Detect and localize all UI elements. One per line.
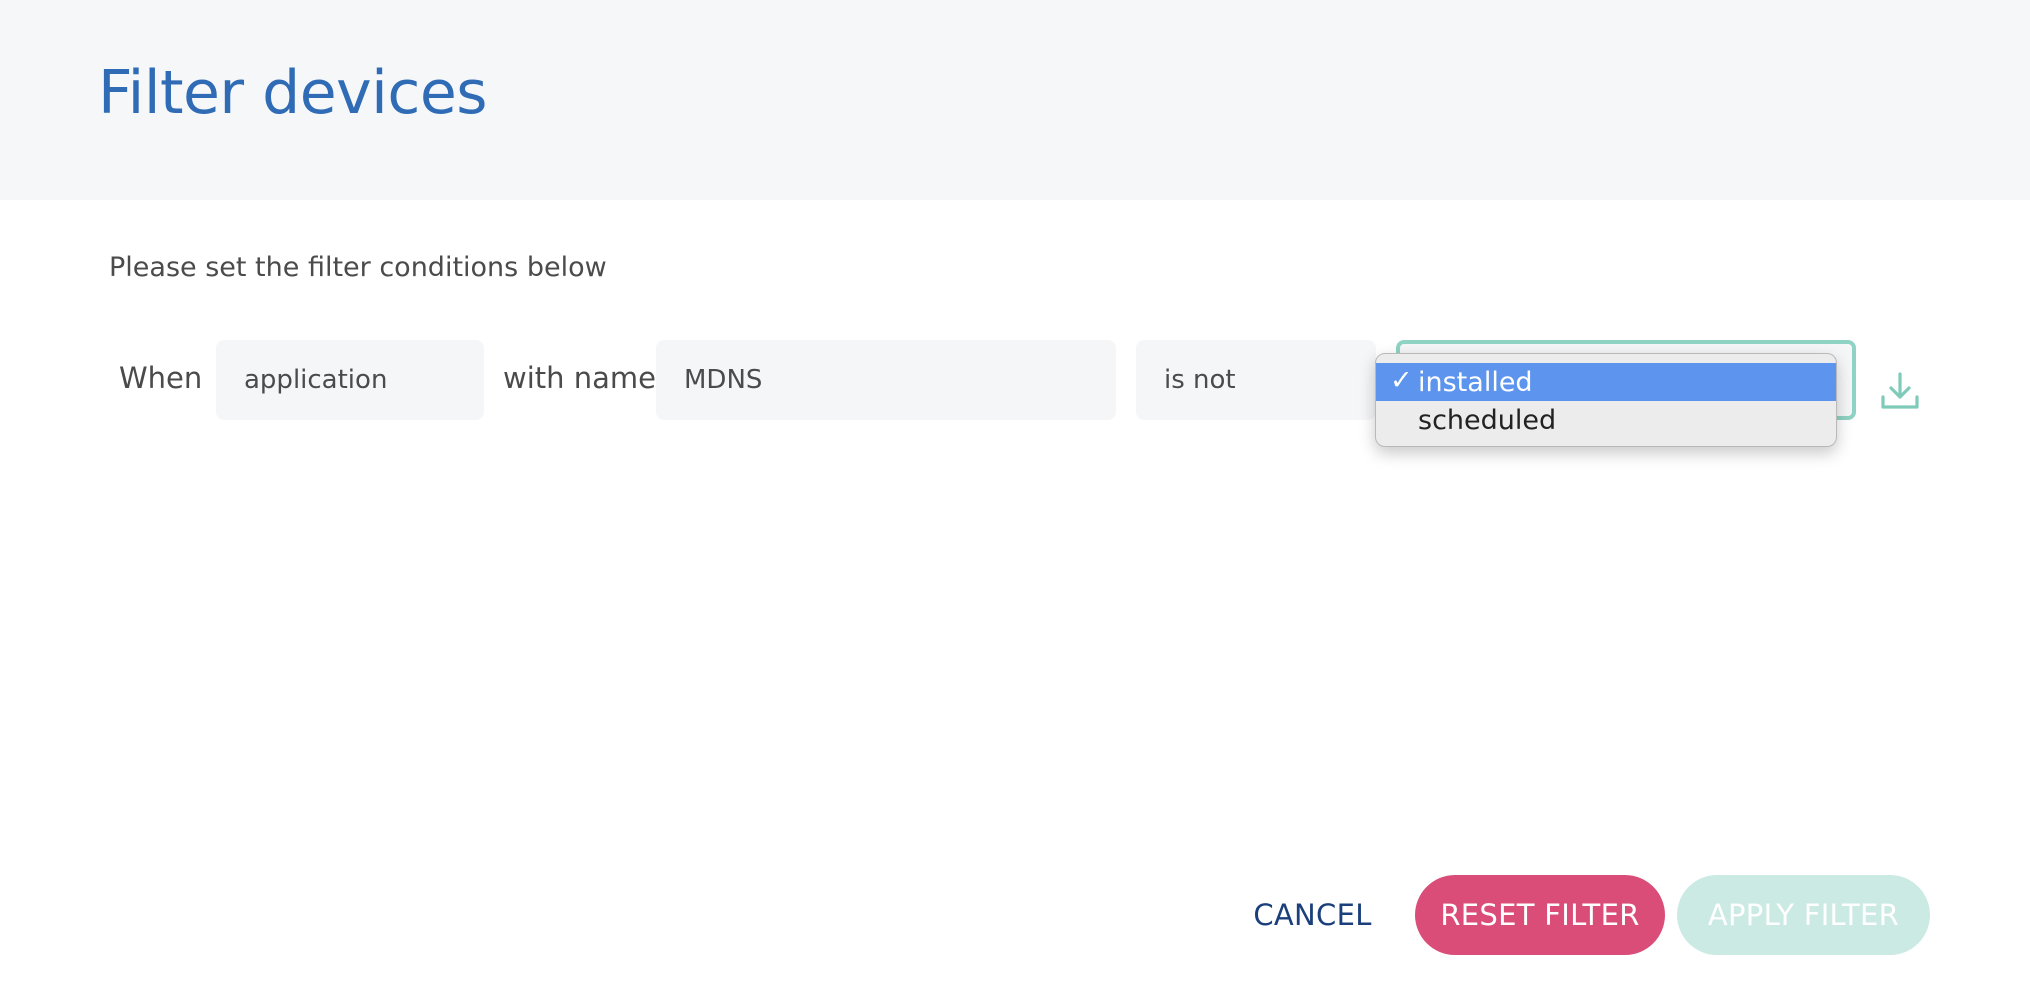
scope-select-value: application [244, 365, 388, 395]
dialog-title: Filter devices [98, 58, 488, 128]
with-name-label: with name [503, 361, 656, 395]
operator-select-value: is not [1164, 365, 1236, 395]
status-dropdown-menu: ✓ installed scheduled [1375, 353, 1837, 447]
operator-select[interactable]: is not [1136, 340, 1376, 420]
dialog-header: Filter devices [0, 0, 2030, 200]
reset-filter-button[interactable]: RESET FILTER [1415, 875, 1665, 955]
scope-select[interactable]: application [216, 340, 484, 420]
apply-filter-button[interactable]: APPLY FILTER [1677, 875, 1930, 955]
dropdown-option-label: scheduled [1418, 404, 1557, 436]
instructions-text: Please set the filter conditions below [109, 252, 607, 283]
when-label: When [119, 361, 203, 395]
checkmark-icon: ✓ [1390, 365, 1413, 396]
download-icon[interactable] [1879, 370, 1921, 412]
cancel-button[interactable]: CANCEL [1240, 875, 1385, 955]
name-input[interactable]: MDNS [656, 340, 1116, 420]
dropdown-option-scheduled[interactable]: scheduled [1376, 401, 1836, 439]
name-input-value: MDNS [684, 365, 763, 395]
dropdown-option-label: installed [1418, 366, 1533, 398]
dropdown-option-installed[interactable]: ✓ installed [1376, 363, 1836, 401]
